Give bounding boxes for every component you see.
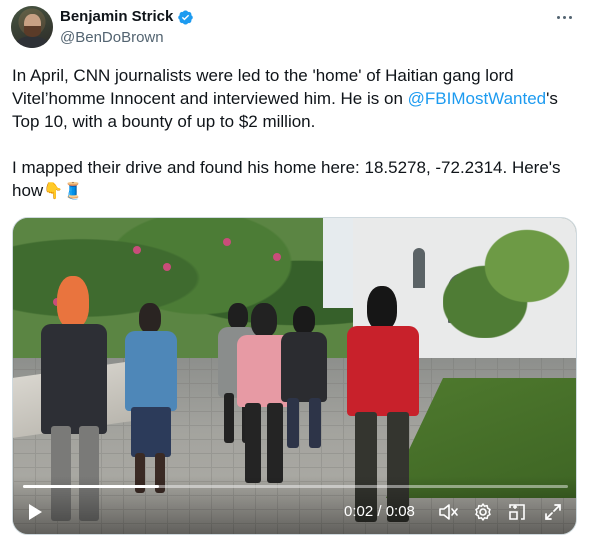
mention-link[interactable]: @FBIMostWanted [408, 89, 547, 108]
fullscreen-icon[interactable] [543, 502, 563, 522]
pointing-down-thread-emoji-icon: 👇🧵 [43, 183, 84, 200]
author-name-text[interactable]: Benjamin Strick [60, 7, 173, 27]
tweet-text-part: I mapped their drive and found his home … [12, 158, 561, 200]
tweet-text: In April, CNN journalists were led to th… [12, 64, 582, 203]
more-options-icon[interactable] [554, 7, 574, 27]
tweet: Benjamin Strick @BenDoBrown In April, CN… [0, 0, 593, 549]
settings-gear-icon[interactable] [473, 502, 493, 522]
video-progress-fill [23, 485, 160, 488]
picture-in-picture-icon[interactable] [507, 502, 527, 522]
volume-muted-icon[interactable] [438, 502, 460, 522]
author-handle[interactable]: @BenDoBrown [60, 28, 164, 48]
verified-badge-icon [178, 10, 194, 24]
tweet-paragraph-1: In April, CNN journalists were led to th… [12, 64, 582, 133]
tweet-paragraph-2: I mapped their drive and found his home … [12, 156, 582, 203]
avatar[interactable] [11, 6, 53, 48]
play-icon[interactable] [25, 502, 45, 522]
video-time-display: 0:02 / 0:08 [344, 503, 415, 520]
video-progress-bar[interactable] [23, 485, 568, 488]
video-player[interactable]: 0:02 / 0:08 [12, 217, 577, 535]
author-display-name[interactable]: Benjamin Strick [60, 7, 194, 27]
